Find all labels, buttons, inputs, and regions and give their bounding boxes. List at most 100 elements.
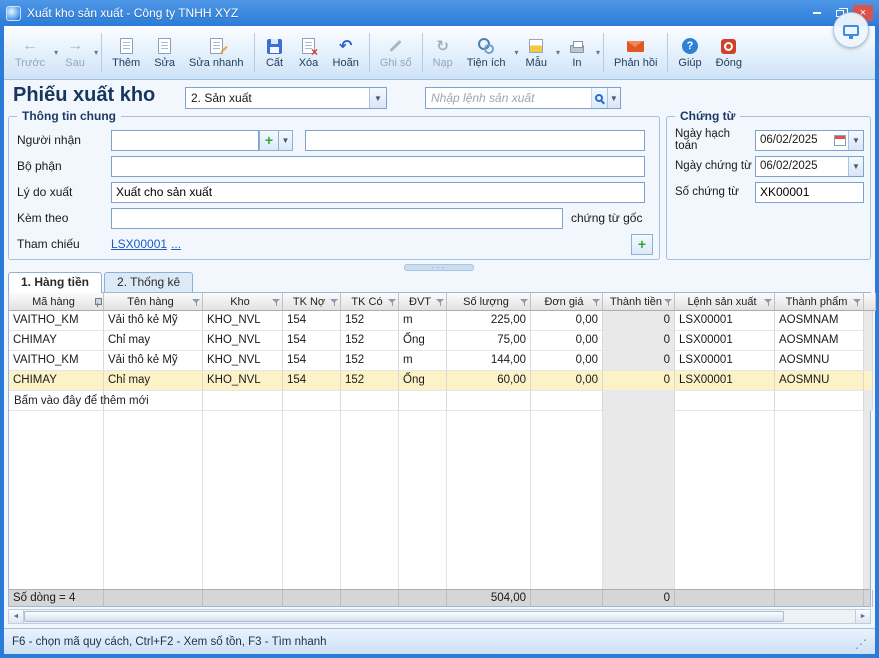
grid-cell[interactable]: AOSMNAM xyxy=(775,331,864,351)
grid-cell[interactable]: VAITHO_KM xyxy=(9,351,104,371)
table-row[interactable]: VAITHO_KM Vải thô kẻ Mỹ KHO_NVL 154 152 … xyxy=(9,351,870,371)
grid-cell[interactable]: CHIMAY xyxy=(9,371,104,391)
column-header-tk-co[interactable]: TK Có xyxy=(341,293,399,311)
recipient-code-field[interactable] xyxy=(111,130,259,151)
grid-cell[interactable]: m xyxy=(399,311,447,331)
document-number-field[interactable] xyxy=(755,182,864,203)
delete-button[interactable]: Xóa xyxy=(292,29,326,76)
add-reference-button[interactable]: + xyxy=(631,234,653,255)
post-button[interactable]: Ghi sổ xyxy=(373,29,419,76)
reference-link[interactable]: LSX00001 xyxy=(111,237,167,251)
grid-cell[interactable]: 152 xyxy=(341,351,399,371)
close-form-button[interactable]: Đóng xyxy=(709,29,749,76)
grid-cell[interactable]: Chỉ may xyxy=(104,331,203,351)
grid-cell[interactable]: 0,00 xyxy=(531,331,603,351)
undo-button[interactable]: ↶ Hoãn xyxy=(326,29,366,76)
posting-date-caret[interactable]: ▼ xyxy=(848,131,863,150)
department-field[interactable] xyxy=(111,156,645,177)
edit-button[interactable]: Sửa xyxy=(147,29,182,76)
export-reason-field[interactable] xyxy=(111,182,645,203)
grid-cell[interactable]: LSX00001 xyxy=(675,371,775,391)
quick-edit-button[interactable]: Sửa nhanh xyxy=(182,29,250,76)
grid-cell[interactable] xyxy=(775,391,864,411)
grid-cell[interactable]: 225,00 xyxy=(447,311,531,331)
grid-cell[interactable]: 152 xyxy=(341,311,399,331)
print-dropdown-caret[interactable]: ▾ xyxy=(596,48,600,57)
filter-icon[interactable] xyxy=(764,299,772,307)
grid-cell[interactable] xyxy=(283,391,341,411)
table-row[interactable]: VAITHO_KM Vải thô kẻ Mỹ KHO_NVL 154 152 … xyxy=(9,311,870,331)
add-recipient-button[interactable]: + xyxy=(259,130,279,151)
column-header-thanh-tien[interactable]: Thành tiền xyxy=(603,293,675,311)
horizontal-scrollbar[interactable]: ◄ ► xyxy=(8,609,871,624)
scroll-left-arrow[interactable]: ◄ xyxy=(9,610,24,623)
column-header-tk-no[interactable]: TK Nợ xyxy=(283,293,341,311)
feedback-button[interactable]: Phản hồi xyxy=(607,29,664,76)
filter-icon[interactable] xyxy=(272,299,280,307)
grid-cell[interactable]: AOSMNU xyxy=(775,371,864,391)
grid-cell[interactable]: 0 xyxy=(603,311,675,331)
grid-cell[interactable]: Vải thô kẻ Mỹ xyxy=(104,311,203,331)
grid-cell[interactable]: 0 xyxy=(603,371,675,391)
grid-cell[interactable] xyxy=(675,391,775,411)
grid-cell[interactable]: Vải thô kẻ Mỹ xyxy=(104,351,203,371)
chevron-down-icon[interactable]: ▼ xyxy=(369,88,386,108)
document-date-caret[interactable]: ▼ xyxy=(848,157,863,176)
recipient-name-field[interactable] xyxy=(305,130,645,151)
screen-capture-overlay-icon[interactable] xyxy=(833,12,869,48)
column-header-lenh-san-xuat[interactable]: Lệnh sản xuất xyxy=(675,293,775,311)
resize-grip[interactable] xyxy=(855,636,867,648)
grid-cell[interactable]: 0,00 xyxy=(531,351,603,371)
grid-cell[interactable]: 0 xyxy=(603,351,675,371)
pin-icon[interactable] xyxy=(94,298,101,306)
grid-cell[interactable]: KHO_NVL xyxy=(203,311,283,331)
grid-cell[interactable]: m xyxy=(399,351,447,371)
grid-cell[interactable] xyxy=(531,391,603,411)
grid-cell[interactable] xyxy=(603,391,675,411)
grid-cell[interactable]: 154 xyxy=(283,331,341,351)
next-dropdown-caret[interactable]: ▾ xyxy=(94,48,98,57)
column-header-thanh-pham[interactable]: Thành phẩm xyxy=(775,293,864,311)
posting-date-field[interactable]: 06/02/2025 ▼ xyxy=(755,130,864,151)
grid-cell[interactable]: 154 xyxy=(283,311,341,331)
column-header-so-luong[interactable]: Số lượng xyxy=(447,293,531,311)
grid-cell[interactable]: 152 xyxy=(341,331,399,351)
grid-cell[interactable]: 152 xyxy=(341,371,399,391)
grid-cell[interactable]: 75,00 xyxy=(447,331,531,351)
column-header-don-gia[interactable]: Đơn giá xyxy=(531,293,603,311)
utilities-dropdown-caret[interactable]: ▾ xyxy=(515,48,519,57)
grid-cell[interactable]: 0 xyxy=(603,331,675,351)
grid-cell[interactable]: LSX00001 xyxy=(675,351,775,371)
utilities-button[interactable]: Tiện ích xyxy=(460,29,513,76)
add-new-row-text[interactable]: Bấm vào đây để thêm mới xyxy=(14,391,149,411)
recipient-dropdown-caret[interactable]: ▼ xyxy=(279,130,293,151)
help-button[interactable]: ? Giúp xyxy=(671,29,708,76)
grid-cell[interactable] xyxy=(447,391,531,411)
document-date-field[interactable]: 06/02/2025 ▼ xyxy=(755,156,864,177)
grid-cell[interactable]: 0,00 xyxy=(531,311,603,331)
search-dropdown-caret[interactable]: ▼ xyxy=(607,88,620,108)
grid-cell[interactable]: AOSMNAM xyxy=(775,311,864,331)
grid-cell[interactable]: AOSMNU xyxy=(775,351,864,371)
scrollbar-thumb[interactable] xyxy=(24,611,784,622)
column-header-ten-hang[interactable]: Tên hàng xyxy=(104,293,203,311)
search-button[interactable] xyxy=(591,88,607,108)
grid-cell[interactable]: 0,00 xyxy=(531,371,603,391)
grid-cell[interactable] xyxy=(203,391,283,411)
scrollbar-track[interactable] xyxy=(784,610,855,623)
grid-cell[interactable]: CHIMAY xyxy=(9,331,104,351)
add-new-row[interactable]: Bấm vào đây để thêm mới xyxy=(9,391,870,411)
filter-icon[interactable] xyxy=(388,299,396,307)
calendar-icon[interactable] xyxy=(834,135,846,146)
grid-cell[interactable]: 60,00 xyxy=(447,371,531,391)
grid-cell[interactable]: KHO_NVL xyxy=(203,351,283,371)
grid-cell[interactable]: Ống xyxy=(399,371,447,391)
filter-icon[interactable] xyxy=(330,299,338,307)
grid-cell[interactable]: KHO_NVL xyxy=(203,371,283,391)
grid-cell[interactable]: KHO_NVL xyxy=(203,331,283,351)
tab-thong-ke[interactable]: 2. Thống kê xyxy=(104,272,193,293)
column-header-kho[interactable]: Kho xyxy=(203,293,283,311)
grid-cell[interactable]: LSX00001 xyxy=(675,311,775,331)
column-header-ma-hang[interactable]: Mã hàng xyxy=(9,293,104,311)
filter-icon[interactable] xyxy=(436,299,444,307)
